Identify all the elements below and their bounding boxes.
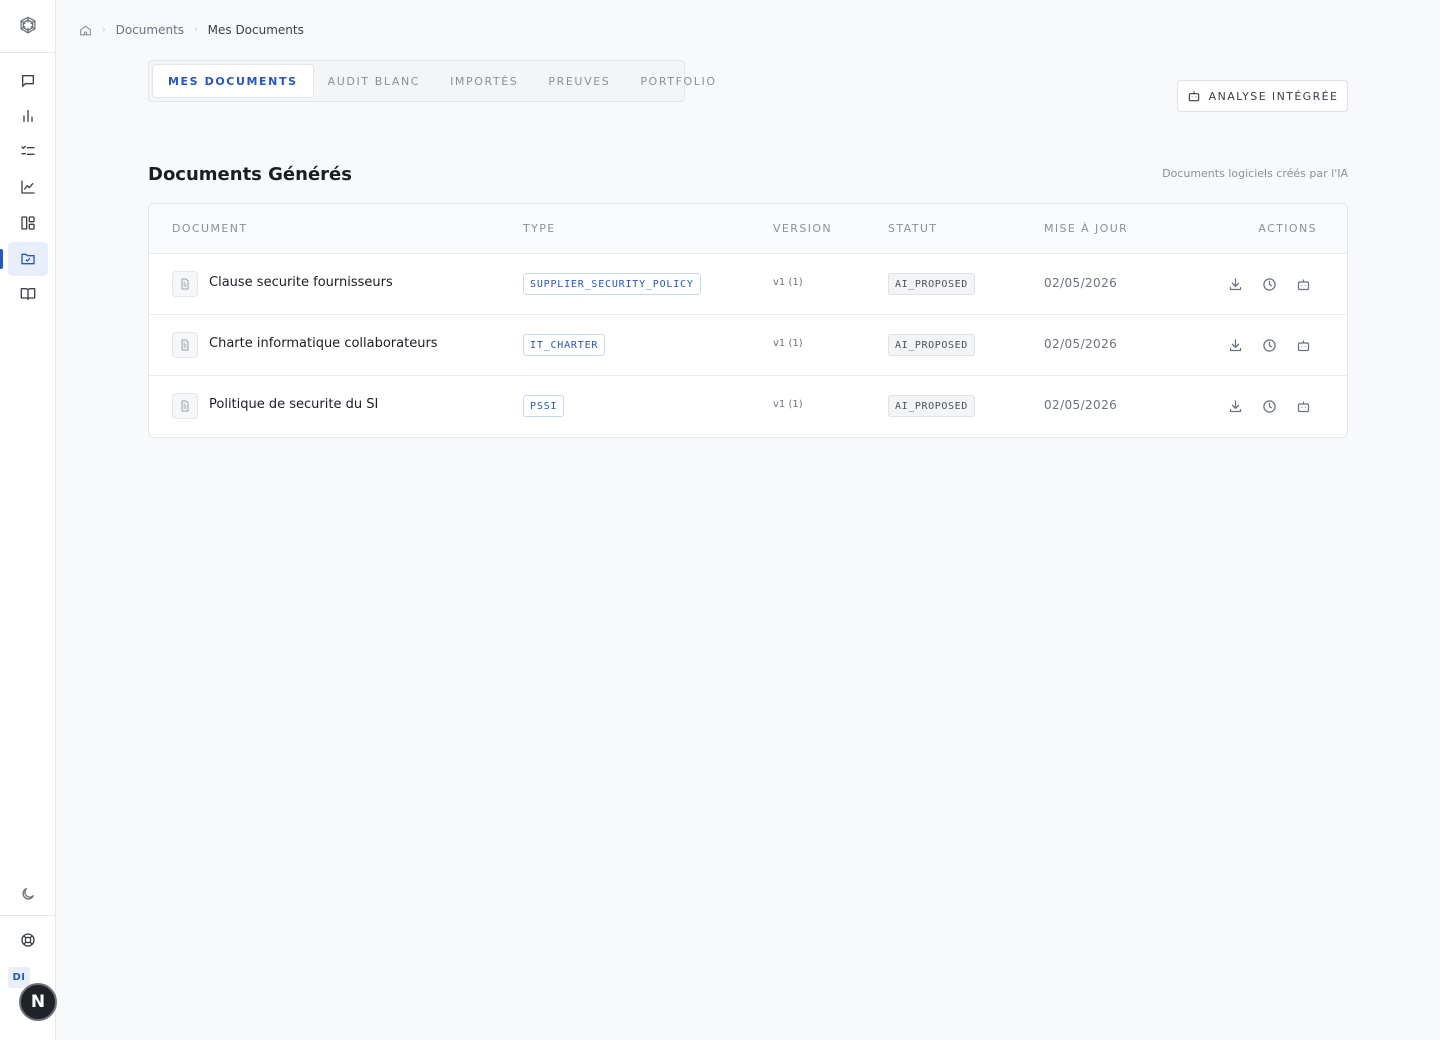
table-row[interactable]: Clause securite fournisseurs SUPPLIER_SE… <box>149 254 1347 315</box>
chevron-right-icon: › <box>102 25 106 35</box>
table-row[interactable]: Charte informatique collaborateurs IT_CH… <box>149 315 1347 376</box>
file-icon <box>172 271 198 297</box>
line-chart-icon <box>21 180 35 194</box>
robot-icon[interactable] <box>1295 398 1311 414</box>
column-header-updated: MISE À JOUR <box>1044 222 1129 235</box>
breadcrumb-item-current: Mes Documents <box>207 23 304 37</box>
user-initials: DI <box>12 972 26 983</box>
sidebar-item-stats[interactable] <box>8 99 48 133</box>
column-header-actions: ACTIONS <box>1258 222 1317 235</box>
tab-preuves[interactable]: PREUVES <box>533 65 625 97</box>
dashboard-icon <box>21 216 35 230</box>
app-logo[interactable] <box>0 0 55 53</box>
document-name[interactable]: Politique de securite du SI <box>209 397 378 412</box>
help-button[interactable] <box>8 923 48 957</box>
history-icon[interactable] <box>1261 337 1277 353</box>
floating-assistant-button[interactable]: N <box>19 983 57 1021</box>
user-avatar[interactable]: DI <box>8 967 30 988</box>
history-icon[interactable] <box>1261 276 1277 292</box>
document-name[interactable]: Charte informatique collaborateurs <box>209 336 438 351</box>
file-icon <box>172 332 198 358</box>
sidebar-item-analytics[interactable] <box>8 170 48 204</box>
home-icon[interactable] <box>79 24 92 37</box>
fab-label: N <box>30 992 46 1012</box>
download-icon[interactable] <box>1227 337 1243 353</box>
version-label: v1 (1) <box>773 399 803 410</box>
robot-icon <box>1188 91 1199 102</box>
sidebar-item-chat[interactable] <box>8 64 48 98</box>
updated-date: 02/05/2026 <box>1044 337 1118 351</box>
analyse-integree-button[interactable]: ANALYSE INTÉGRÉE <box>1177 80 1348 112</box>
column-header-version: VERSION <box>773 222 833 235</box>
version-label: v1 (1) <box>773 277 803 288</box>
type-badge: IT_CHARTER <box>523 334 606 356</box>
robot-icon[interactable] <box>1295 337 1311 353</box>
updated-date: 02/05/2026 <box>1044 276 1118 290</box>
column-header-document: DOCUMENT <box>172 222 248 235</box>
analyse-button-label: ANALYSE INTÉGRÉE <box>1208 89 1339 103</box>
lifebuoy-icon <box>21 933 35 947</box>
sidebar-item-documents[interactable] <box>8 242 48 276</box>
tab-importes[interactable]: IMPORTÉS <box>435 65 533 97</box>
sidebar-item-dashboard[interactable] <box>8 206 48 240</box>
table-row[interactable]: Politique de securite du SI PSSI v1 (1) … <box>149 376 1347 437</box>
documents-table: DOCUMENT TYPE VERSION STATUT MISE À JOUR… <box>148 203 1348 438</box>
table-header: DOCUMENT TYPE VERSION STATUT MISE À JOUR… <box>149 204 1347 254</box>
updated-date: 02/05/2026 <box>1044 398 1118 412</box>
robot-icon[interactable] <box>1295 276 1311 292</box>
history-icon[interactable] <box>1261 398 1277 414</box>
document-name[interactable]: Clause securite fournisseurs <box>209 275 393 290</box>
type-badge: SUPPLIER_SECURITY_POLICY <box>523 273 701 295</box>
section-subtitle: Documents logiciels créés par l'IA <box>1162 167 1348 180</box>
type-badge: PSSI <box>523 395 565 417</box>
download-icon[interactable] <box>1227 276 1243 292</box>
download-icon[interactable] <box>1227 398 1243 414</box>
version-label: v1 (1) <box>773 338 803 349</box>
status-badge: AI_PROPOSED <box>888 273 975 295</box>
tab-audit-blanc[interactable]: AUDIT BLANC <box>313 65 435 97</box>
logo-icon <box>19 16 36 34</box>
bar-chart-icon <box>23 110 33 122</box>
checklist-icon <box>21 145 35 155</box>
status-badge: AI_PROPOSED <box>888 395 975 417</box>
sidebar-divider <box>0 915 55 916</box>
documents-icon <box>21 253 35 265</box>
chat-icon <box>22 75 34 87</box>
document-tabs: MES DOCUMENTS AUDIT BLANC IMPORTÉS PREUV… <box>148 60 715 102</box>
chevron-right-icon: › <box>194 25 198 35</box>
column-header-status: STATUT <box>888 222 938 235</box>
breadcrumb: › Documents › Mes Documents <box>79 22 304 38</box>
sidebar-item-checklist[interactable] <box>8 134 48 168</box>
section-title: Documents Générés <box>148 164 352 185</box>
tab-portfolio[interactable]: PORTFOLIO <box>625 65 731 97</box>
column-header-type: TYPE <box>523 222 556 235</box>
book-icon <box>20 288 36 300</box>
tab-mes-documents[interactable]: MES DOCUMENTS <box>153 65 313 97</box>
theme-toggle-button[interactable] <box>8 877 48 911</box>
status-badge: AI_PROPOSED <box>888 334 975 356</box>
file-icon <box>172 393 198 419</box>
breadcrumb-item-documents[interactable]: Documents <box>116 23 184 37</box>
sidebar-active-indicator <box>0 249 3 269</box>
sidebar: DI N <box>0 0 57 1040</box>
moon-icon <box>22 888 34 900</box>
sidebar-item-library[interactable] <box>8 277 48 311</box>
